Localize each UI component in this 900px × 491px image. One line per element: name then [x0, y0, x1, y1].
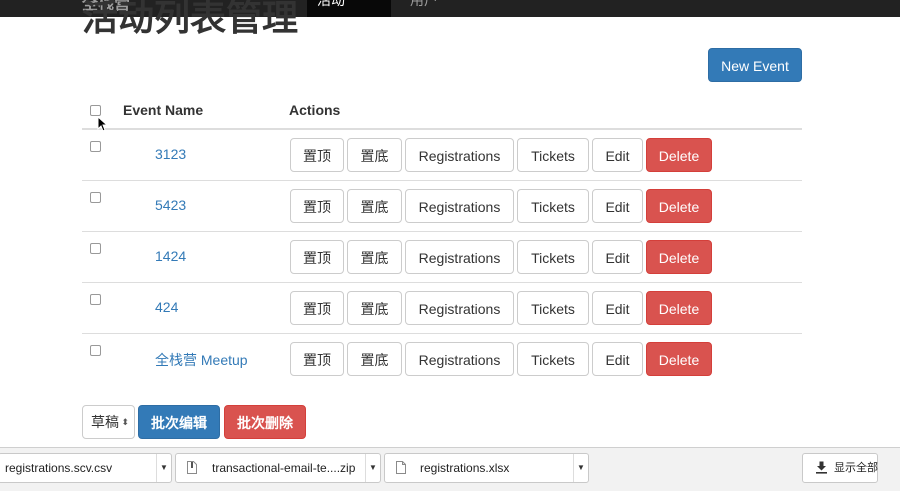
- registrations-button[interactable]: Registrations: [405, 342, 514, 376]
- status-select-value: 草稿: [91, 414, 119, 430]
- status-select[interactable]: 草稿 ⬍: [82, 405, 135, 439]
- delete-button[interactable]: Delete: [646, 189, 712, 223]
- move-top-button[interactable]: 置顶: [290, 240, 344, 274]
- edit-button[interactable]: Edit: [592, 342, 643, 376]
- tickets-button[interactable]: Tickets: [517, 342, 589, 376]
- bulk-delete-button[interactable]: 批次删除: [224, 405, 306, 439]
- row-checkbox[interactable]: [90, 294, 101, 305]
- row-actions: 置顶 置底 Registrations Tickets Edit Delete: [290, 240, 712, 274]
- move-top-button[interactable]: 置顶: [290, 138, 344, 172]
- row-actions: 置顶 置底 Registrations Tickets Edit Delete: [290, 342, 712, 376]
- tickets-button[interactable]: Tickets: [517, 291, 589, 325]
- move-bottom-button[interactable]: 置底: [347, 189, 402, 223]
- download-icon: [816, 461, 827, 474]
- events-table: Event Name Actions 3123 置顶 置底 Registrati…: [82, 93, 802, 384]
- tickets-button[interactable]: Tickets: [517, 240, 589, 274]
- move-bottom-button[interactable]: 置底: [347, 240, 402, 274]
- row-actions: 置顶 置底 Registrations Tickets Edit Delete: [290, 138, 712, 172]
- edit-button[interactable]: Edit: [592, 240, 643, 274]
- row-actions: 置顶 置底 Registrations Tickets Edit Delete: [290, 189, 712, 223]
- move-bottom-button[interactable]: 置底: [347, 291, 402, 325]
- row-checkbox[interactable]: [90, 192, 101, 203]
- delete-button[interactable]: Delete: [646, 240, 712, 274]
- edit-button[interactable]: Edit: [592, 291, 643, 325]
- actions-header: Actions: [289, 102, 341, 118]
- move-top-button[interactable]: 置顶: [290, 342, 344, 376]
- new-event-button[interactable]: New Event: [708, 48, 802, 82]
- download-item[interactable]: transactional-email-te....zip ▼: [175, 453, 381, 483]
- row-checkbox[interactable]: [90, 243, 101, 254]
- tickets-button[interactable]: Tickets: [517, 138, 589, 172]
- edit-button[interactable]: Edit: [592, 138, 643, 172]
- registrations-button[interactable]: Registrations: [405, 138, 514, 172]
- chevron-down-icon[interactable]: ▼: [573, 454, 588, 482]
- event-name-link[interactable]: 424: [155, 299, 178, 315]
- download-item[interactable]: registrations.xlsx ▼: [384, 453, 589, 483]
- delete-button[interactable]: Delete: [646, 291, 712, 325]
- event-name-header: Event Name: [123, 102, 204, 118]
- registrations-button[interactable]: Registrations: [405, 291, 514, 325]
- nav-tab-users[interactable]: 用户: [410, 0, 438, 10]
- edit-button[interactable]: Edit: [592, 189, 643, 223]
- table-row: 1424 置顶 置底 Registrations Tickets Edit De…: [82, 232, 802, 283]
- move-bottom-button[interactable]: 置底: [347, 138, 402, 172]
- file-icon: [396, 461, 406, 474]
- page-title: 活动列表管理: [82, 0, 299, 38]
- chevron-down-icon[interactable]: ▼: [156, 454, 171, 482]
- table-row: 5423 置顶 置底 Registrations Tickets Edit De…: [82, 181, 802, 232]
- event-name-link[interactable]: 1424: [155, 248, 186, 264]
- event-name-link[interactable]: 全栈营 Meetup: [155, 350, 248, 370]
- download-filename: transactional-email-te....zip: [212, 461, 356, 475]
- nav-tab-events-label: 活动: [317, 0, 345, 8]
- download-item[interactable]: registrations.scv.csv ▼: [0, 453, 172, 483]
- show-all-downloads-button[interactable]: 显示全部: [802, 453, 878, 483]
- row-checkbox[interactable]: [90, 141, 101, 152]
- updown-arrows-icon: ⬍: [121, 417, 129, 427]
- select-all-checkbox[interactable]: [90, 105, 101, 116]
- delete-button[interactable]: Delete: [646, 138, 712, 172]
- row-checkbox[interactable]: [90, 345, 101, 356]
- table-row: 3123 置顶 置底 Registrations Tickets Edit De…: [82, 130, 802, 181]
- event-name-link[interactable]: 3123: [155, 146, 186, 162]
- mouse-cursor-icon: [97, 116, 107, 132]
- nav-tab-events[interactable]: 活动: [307, 0, 391, 17]
- download-shelf: registrations.scv.csv ▼ transactional-em…: [0, 447, 900, 491]
- table-row: 424 置顶 置底 Registrations Tickets Edit Del…: [82, 283, 802, 334]
- bulk-edit-button[interactable]: 批次编辑: [138, 405, 220, 439]
- registrations-button[interactable]: Registrations: [405, 189, 514, 223]
- chevron-down-icon[interactable]: ▼: [365, 454, 380, 482]
- move-top-button[interactable]: 置顶: [290, 291, 344, 325]
- registrations-button[interactable]: Registrations: [405, 240, 514, 274]
- move-top-button[interactable]: 置顶: [290, 189, 344, 223]
- zip-file-icon: [187, 461, 197, 474]
- row-actions: 置顶 置底 Registrations Tickets Edit Delete: [290, 291, 712, 325]
- event-name-link[interactable]: 5423: [155, 197, 186, 213]
- download-filename: registrations.xlsx: [420, 461, 510, 475]
- show-all-label: 显示全部: [834, 462, 878, 474]
- move-bottom-button[interactable]: 置底: [347, 342, 402, 376]
- tickets-button[interactable]: Tickets: [517, 189, 589, 223]
- download-filename: registrations.scv.csv: [5, 461, 113, 475]
- delete-button[interactable]: Delete: [646, 342, 712, 376]
- table-header: Event Name Actions: [82, 93, 802, 130]
- table-row: 全栈营 Meetup 置顶 置底 Registrations Tickets E…: [82, 334, 802, 384]
